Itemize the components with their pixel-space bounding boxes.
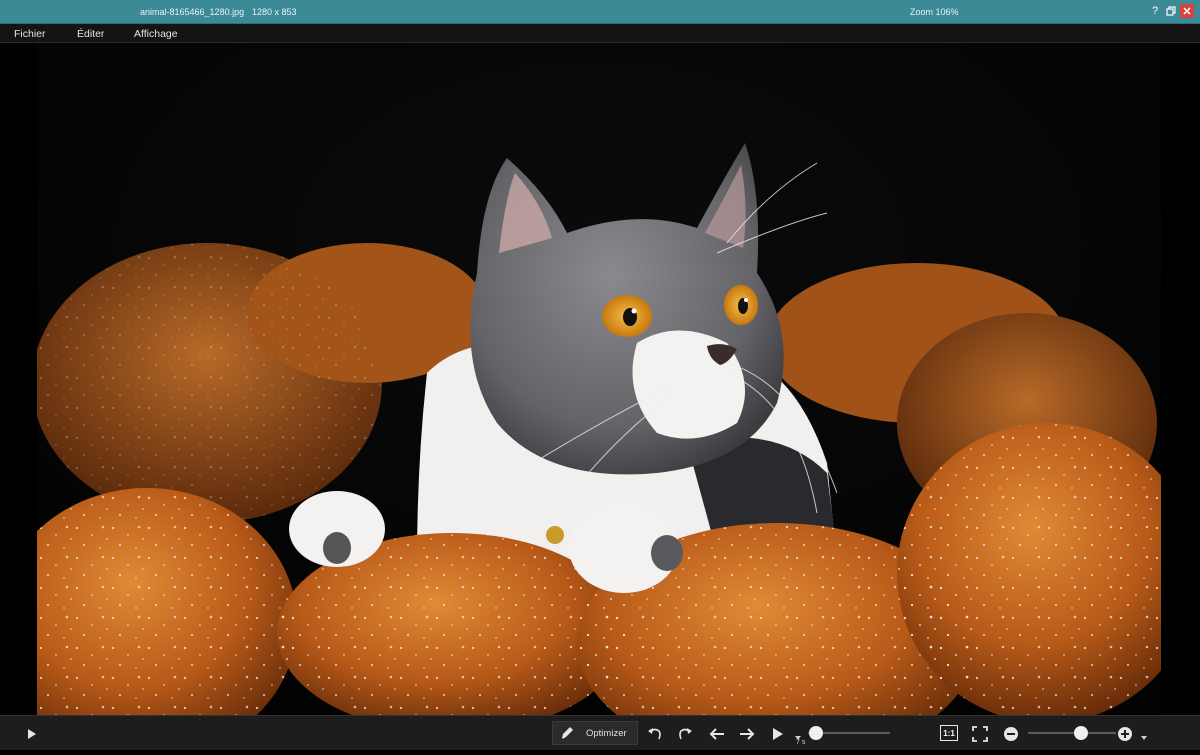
zoom-in-button[interactable] xyxy=(1116,716,1134,751)
actual-size-button[interactable]: 1:1 xyxy=(940,725,958,741)
menu-editer[interactable]: Éditer xyxy=(77,28,104,40)
rotate-left-button[interactable] xyxy=(645,716,665,751)
menu-bar: Fichier Éditer Affichage xyxy=(0,24,1200,43)
slideshow-slider-knob[interactable] xyxy=(809,726,824,740)
help-button[interactable]: ? xyxy=(1148,4,1162,18)
image-dimensions: 1280 x 853 xyxy=(252,7,297,17)
slideshow-button[interactable] xyxy=(769,716,787,751)
rotate-right-button[interactable] xyxy=(675,716,695,751)
rotate-right-icon xyxy=(679,727,692,739)
zoom-slider-knob[interactable] xyxy=(1073,726,1088,740)
arrow-right-icon xyxy=(740,727,755,740)
restore-button[interactable] xyxy=(1164,4,1178,18)
arrow-left-icon xyxy=(709,727,724,740)
pen-icon xyxy=(557,723,577,743)
slideshow-speed-label: 7 s xyxy=(796,739,806,746)
previous-button[interactable] xyxy=(707,716,727,751)
zoom-in-icon xyxy=(1118,726,1132,741)
cat-pumpkin-photo xyxy=(37,43,1161,715)
title-bar: animal-8165466_1280.jpg 1280 x 853 Zoom … xyxy=(0,0,1200,24)
zoom-slider-track[interactable] xyxy=(1028,732,1116,734)
help-icon: ? xyxy=(1151,5,1159,17)
bottom-toolbar: Optimizer 7 s 1:1 xyxy=(0,715,1200,750)
rotate-left-icon xyxy=(648,727,661,739)
zoom-readout: Zoom 106% xyxy=(910,7,959,17)
zoom-out-icon xyxy=(1004,726,1018,741)
zoom-out-button[interactable] xyxy=(1002,716,1020,751)
slideshow-play-icon xyxy=(773,727,783,740)
optimize-label: Optimizer xyxy=(586,727,627,739)
optimize-button[interactable]: Optimizer xyxy=(552,721,638,745)
menu-fichier[interactable]: Fichier xyxy=(14,28,46,40)
image-viewer[interactable] xyxy=(0,43,1200,715)
close-icon: ✕ xyxy=(1182,5,1192,18)
next-button[interactable] xyxy=(737,716,757,751)
window-filename: animal-8165466_1280.jpg xyxy=(140,7,245,17)
play-button[interactable] xyxy=(24,716,40,751)
restore-icon xyxy=(1166,6,1176,16)
fullscreen-button[interactable] xyxy=(970,716,990,751)
displayed-photo xyxy=(37,43,1161,715)
menu-affichage[interactable]: Affichage xyxy=(134,28,178,40)
close-button[interactable]: ✕ xyxy=(1180,4,1194,18)
fullscreen-icon xyxy=(972,725,988,742)
chevron-down-icon xyxy=(1141,735,1147,740)
play-icon xyxy=(28,728,36,739)
